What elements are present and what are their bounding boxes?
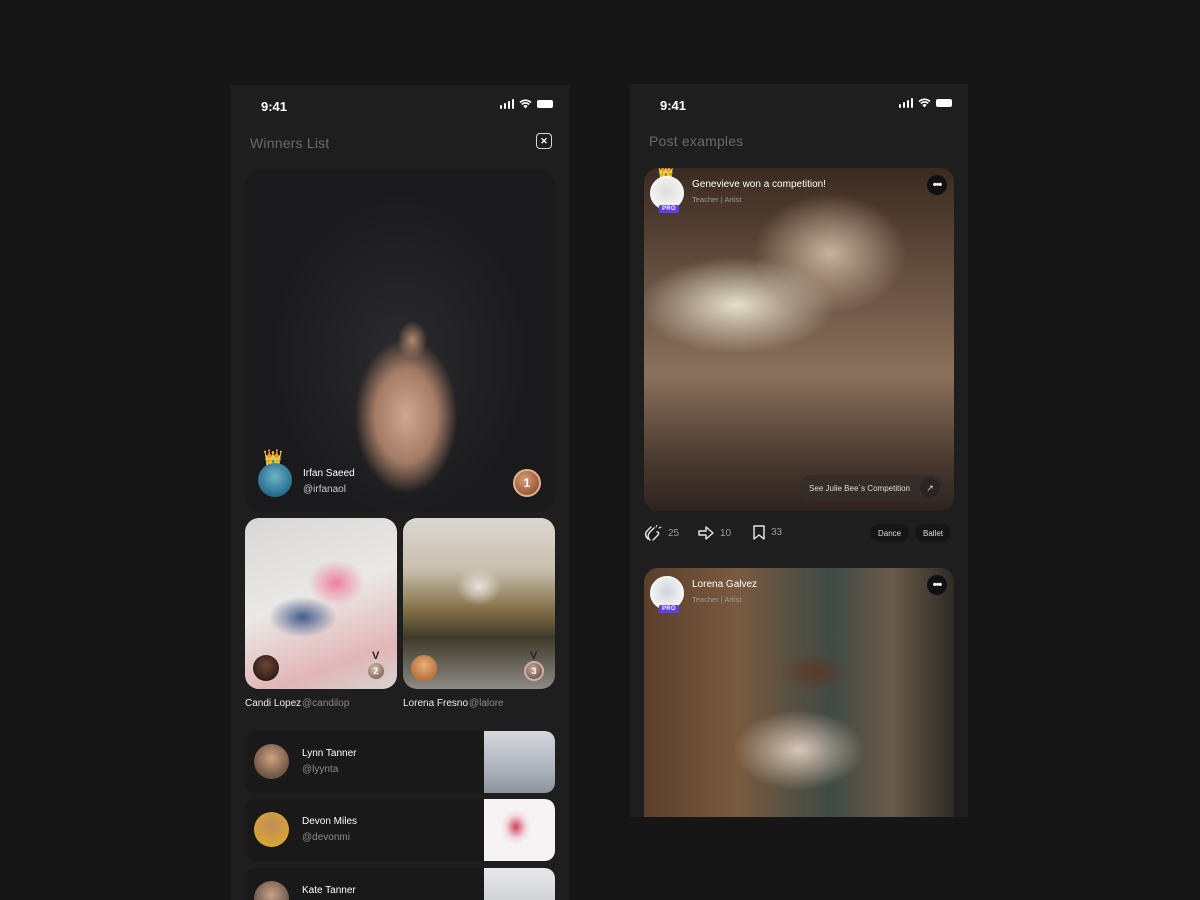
list-item-name: Lynn Tanner [302, 748, 357, 759]
winner-handle: @irfanaol [303, 484, 346, 495]
clap-button[interactable]: 25 [644, 525, 679, 541]
signal-icon [898, 98, 913, 108]
status-bar: 9:41 [630, 84, 968, 128]
more-button[interactable]: ••• [927, 175, 947, 195]
avatar[interactable] [253, 655, 279, 681]
winner-name: Irfan Saeed [303, 468, 355, 479]
share-icon [698, 526, 714, 540]
page-title: Post examples [649, 133, 744, 149]
close-button[interactable]: ✕ [536, 133, 552, 149]
winner-name: Lorena Fresno [403, 698, 469, 709]
post-subtitle: Teacher | Artist [692, 195, 742, 204]
posts-screen: 9:41 Post examples 👑 PRO Genevieve won a… [630, 84, 968, 817]
status-icons [898, 98, 952, 108]
wifi-icon [918, 98, 931, 108]
clap-count: 25 [668, 527, 680, 539]
medal-icon: 1 [513, 469, 541, 497]
thumbnail [484, 731, 555, 793]
post-subtitle: Teacher | Artist [692, 595, 742, 604]
thumbnail [484, 799, 555, 861]
tag-chip[interactable]: Ballet [915, 524, 952, 542]
signal-icon [499, 99, 514, 109]
winner-handle: @lalore [469, 698, 504, 709]
tag-chip[interactable]: Dance [870, 524, 910, 542]
page-title: Winners List [250, 135, 330, 151]
avatar[interactable] [258, 463, 292, 497]
wifi-icon [519, 99, 532, 109]
third-place-card[interactable]: V 3 [403, 518, 555, 689]
list-item-handle: @devonmi [302, 832, 350, 843]
list-item-handle: @lyynta [302, 764, 339, 775]
rank-number: 2 [373, 666, 379, 676]
winner-handle: @candilop [302, 698, 350, 709]
pro-badge: PRO [659, 605, 679, 613]
list-item[interactable]: Devon Miles @devonmi [245, 799, 555, 861]
post-title: Genevieve won a competition! [692, 179, 826, 190]
pro-badge: PRO [659, 205, 679, 213]
share-button[interactable]: 10 [698, 526, 731, 540]
more-icon: ••• [932, 179, 943, 191]
first-place-card[interactable]: 👑 Irfan Saeed @irfanaol 1 [245, 169, 555, 512]
avatar[interactable] [254, 881, 289, 900]
bookmark-icon [753, 525, 765, 540]
save-button[interactable]: 33 [753, 525, 782, 540]
arrow-icon: ↗ [920, 478, 940, 498]
second-place-card[interactable]: V 2 [245, 518, 397, 689]
medal-icon: 2 [366, 661, 386, 681]
more-button[interactable]: ••• [927, 575, 947, 595]
rank-number: 1 [523, 476, 531, 490]
list-item[interactable]: Kate Tanner [245, 868, 555, 900]
avatar[interactable] [254, 744, 289, 779]
post-title: Lorena Galvez [692, 579, 758, 590]
competition-link[interactable]: See Julie Bee´s Competition ↗ [799, 475, 944, 501]
save-count: 33 [771, 527, 783, 538]
list-item[interactable]: Lynn Tanner @lyynta [245, 731, 555, 793]
close-icon: ✕ [540, 135, 548, 146]
rank-number: 3 [531, 666, 537, 676]
status-icons [499, 99, 553, 109]
thumbnail [484, 868, 555, 900]
battery-icon [537, 100, 553, 108]
clap-icon [644, 525, 662, 541]
post-card[interactable]: 👑 PRO Genevieve won a competition! Teach… [644, 168, 954, 511]
share-count: 10 [720, 527, 732, 539]
medal-icon: 3 [524, 661, 544, 681]
competition-link-label: See Julie Bee´s Competition [809, 483, 910, 493]
avatar[interactable] [254, 812, 289, 847]
winners-screen: 9:41 Winners List ✕ 👑 Irfan Saeed @irfan… [231, 85, 569, 900]
avatar[interactable] [411, 655, 437, 681]
status-time: 9:41 [660, 98, 687, 113]
list-item-name: Kate Tanner [302, 885, 356, 896]
list-item-name: Devon Miles [302, 816, 358, 827]
winner-name: Candi Lopez [245, 698, 302, 709]
more-icon: ••• [932, 579, 943, 591]
post-card[interactable]: PRO Lorena Galvez Teacher | Artist ••• [644, 568, 954, 817]
status-bar: 9:41 [231, 85, 569, 129]
status-time: 9:41 [261, 99, 288, 114]
battery-icon [936, 99, 952, 107]
